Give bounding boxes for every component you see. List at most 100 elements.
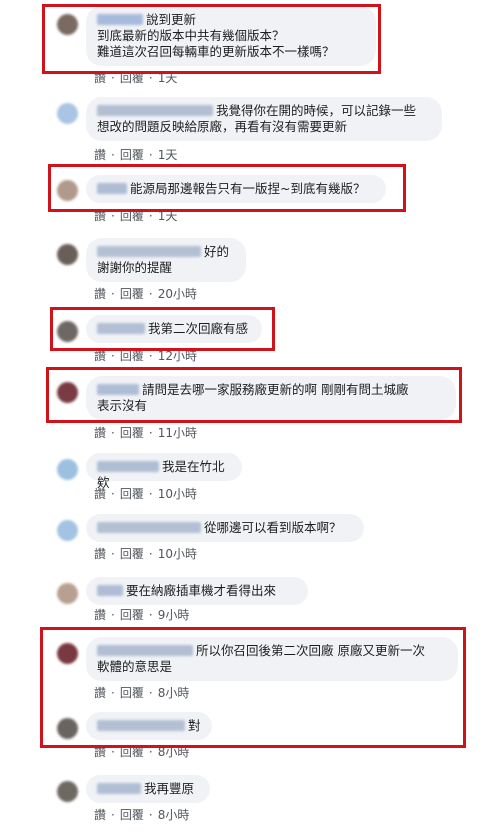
reply-button[interactable]: 回覆 — [120, 209, 144, 223]
comment-actions: 讚 · 回覆 · 8小時 — [94, 686, 190, 700]
reply-button[interactable]: 回覆 — [120, 808, 144, 822]
blurred-commenter-name[interactable] — [97, 461, 159, 472]
comment-actions: 讚 · 回覆 · 8小時 — [94, 808, 190, 822]
like-button[interactable]: 讚 — [94, 71, 106, 85]
comment-line: 從哪邊可以看到版本啊？ — [204, 520, 342, 535]
comment-actions: 讚 · 回覆 · 8小時 — [94, 745, 190, 759]
blurred-commenter-name[interactable] — [97, 783, 141, 794]
comment-time[interactable]: 8小時 — [158, 745, 190, 759]
comment-bubble: 說到更新 到底最新的版本中共有幾個版本？ 難道這次召回每輛車的更新版本不一樣嗎？ — [86, 6, 376, 66]
avatar[interactable] — [57, 382, 78, 403]
reply-button[interactable]: 回覆 — [120, 608, 144, 622]
comment-time[interactable]: 12小時 — [158, 349, 197, 363]
like-button[interactable]: 讚 — [94, 686, 106, 700]
blurred-commenter-name[interactable] — [97, 183, 127, 194]
comment-bubble: 能源局那邊報告只有一版捏~到底有幾版？ — [86, 175, 386, 203]
comment-bubble: 我第二次回廠有感 — [86, 315, 262, 343]
like-button[interactable]: 讚 — [94, 487, 106, 501]
avatar[interactable] — [57, 718, 78, 739]
blurred-commenter-name[interactable] — [97, 246, 201, 257]
blurred-commenter-name[interactable] — [97, 522, 201, 533]
blurred-commenter-name[interactable] — [97, 585, 123, 596]
reply-button[interactable]: 回覆 — [120, 287, 144, 301]
comment-time[interactable]: 11小時 — [158, 426, 197, 440]
comment-line: 我再豐原 — [144, 781, 195, 796]
like-button[interactable]: 讚 — [94, 608, 106, 622]
comment-actions: 讚 · 回覆 · 10小時 — [94, 487, 197, 501]
comment-time[interactable]: 1天 — [158, 148, 178, 162]
like-button[interactable]: 讚 — [94, 209, 106, 223]
avatar[interactable] — [57, 180, 78, 201]
comment-line: 我覺得你在開的時候，可以記錄一些 — [216, 103, 417, 118]
comment-actions: 讚 · 回覆 · 11小時 — [94, 426, 197, 440]
avatar[interactable] — [57, 244, 78, 265]
like-button[interactable]: 讚 — [94, 349, 106, 363]
comment-line: 說到更新 — [146, 12, 197, 27]
blurred-commenter-name[interactable] — [97, 384, 139, 395]
avatar[interactable] — [57, 781, 78, 802]
comment-time[interactable]: 1天 — [158, 71, 178, 85]
blurred-commenter-name[interactable] — [97, 14, 143, 25]
comment-time[interactable]: 1天 — [158, 209, 178, 223]
comment-line: 請問是去哪一家服務廠更新的啊 剛剛有問土城廠 — [142, 382, 409, 397]
avatar[interactable] — [57, 520, 78, 541]
blurred-commenter-name[interactable] — [97, 105, 213, 116]
reply-button[interactable]: 回覆 — [120, 349, 144, 363]
comment-bubble: 我是在竹北欸 — [86, 453, 242, 490]
comment-time[interactable]: 10小時 — [158, 547, 197, 561]
avatar[interactable] — [57, 14, 78, 35]
reply-button[interactable]: 回覆 — [120, 547, 144, 561]
comment-actions: 讚 · 回覆 · 10小時 — [94, 547, 197, 561]
comment-time[interactable]: 8小時 — [158, 686, 190, 700]
reply-button[interactable]: 回覆 — [120, 148, 144, 162]
blurred-commenter-name[interactable] — [97, 323, 145, 334]
comment-bubble: 請問是去哪一家服務廠更新的啊 剛剛有問土城廠 表示沒有 — [86, 376, 456, 420]
like-button[interactable]: 讚 — [94, 148, 106, 162]
avatar[interactable] — [57, 459, 78, 480]
comment-bubble: 我覺得你在開的時候，可以記錄一些 想改的問題反映給原廠，再看有沒有需要更新 — [86, 97, 442, 141]
blurred-commenter-name[interactable] — [97, 720, 185, 731]
comment-bubble: 所以你召回後第二次回廠 原廠又更新一次 軟體的意思是 — [86, 637, 458, 681]
comment-actions: 讚 · 回覆 · 1天 — [94, 71, 178, 85]
like-button[interactable]: 讚 — [94, 745, 106, 759]
comment-line: 好的 — [204, 244, 230, 259]
comment-time[interactable]: 8小時 — [158, 808, 190, 822]
reply-button[interactable]: 回覆 — [120, 745, 144, 759]
comment-bubble: 好的 謝謝你的提醒 — [86, 238, 246, 282]
comment-time[interactable]: 10小時 — [158, 487, 197, 501]
avatar[interactable] — [57, 103, 78, 124]
avatar[interactable] — [57, 583, 78, 604]
comment-line: 想改的問題反映給原廠，再看有沒有需要更新 — [97, 119, 348, 134]
comment-line: 能源局那邊報告只有一版捏~到底有幾版？ — [130, 181, 366, 196]
comment-line: 要在納廠插車機才看得出來 — [126, 583, 277, 598]
comment-bubble: 要在納廠插車機才看得出來 — [86, 577, 308, 605]
comment-line: 軟體的意思是 — [97, 659, 173, 674]
comment-bubble: 對 — [86, 712, 212, 740]
like-button[interactable]: 讚 — [94, 808, 106, 822]
comment-line: 到底最新的版本中共有幾個版本？ — [97, 28, 285, 43]
reply-button[interactable]: 回覆 — [120, 487, 144, 501]
like-button[interactable]: 讚 — [94, 547, 106, 561]
like-button[interactable]: 讚 — [94, 287, 106, 301]
comment-bubble: 我再豐原 — [86, 775, 210, 803]
reply-button[interactable]: 回覆 — [120, 71, 144, 85]
comment-time[interactable]: 9小時 — [158, 608, 190, 622]
avatar[interactable] — [57, 643, 78, 664]
reply-button[interactable]: 回覆 — [120, 686, 144, 700]
comment-line: 謝謝你的提醒 — [97, 260, 173, 275]
comment-line: 所以你召回後第二次回廠 原廠又更新一次 — [196, 643, 425, 658]
comment-actions: 讚 · 回覆 · 20小時 — [94, 287, 197, 301]
avatar[interactable] — [57, 321, 78, 342]
comment-line: 難道這次召回每輛車的更新版本不一樣嗎？ — [97, 44, 335, 59]
comment-actions: 讚 · 回覆 · 9小時 — [94, 608, 190, 622]
comment-bubble: 從哪邊可以看到版本啊？ — [86, 514, 364, 542]
comment-line: 對 — [188, 718, 201, 733]
comment-line: 我第二次回廠有感 — [148, 321, 249, 336]
reply-button[interactable]: 回覆 — [120, 426, 144, 440]
comment-time[interactable]: 20小時 — [158, 287, 197, 301]
comment-actions: 讚 · 回覆 · 1天 — [94, 148, 178, 162]
like-button[interactable]: 讚 — [94, 426, 106, 440]
blurred-commenter-name[interactable] — [97, 645, 193, 656]
comment-actions: 讚 · 回覆 · 12小時 — [94, 349, 197, 363]
comment-actions: 讚 · 回覆 · 1天 — [94, 209, 178, 223]
